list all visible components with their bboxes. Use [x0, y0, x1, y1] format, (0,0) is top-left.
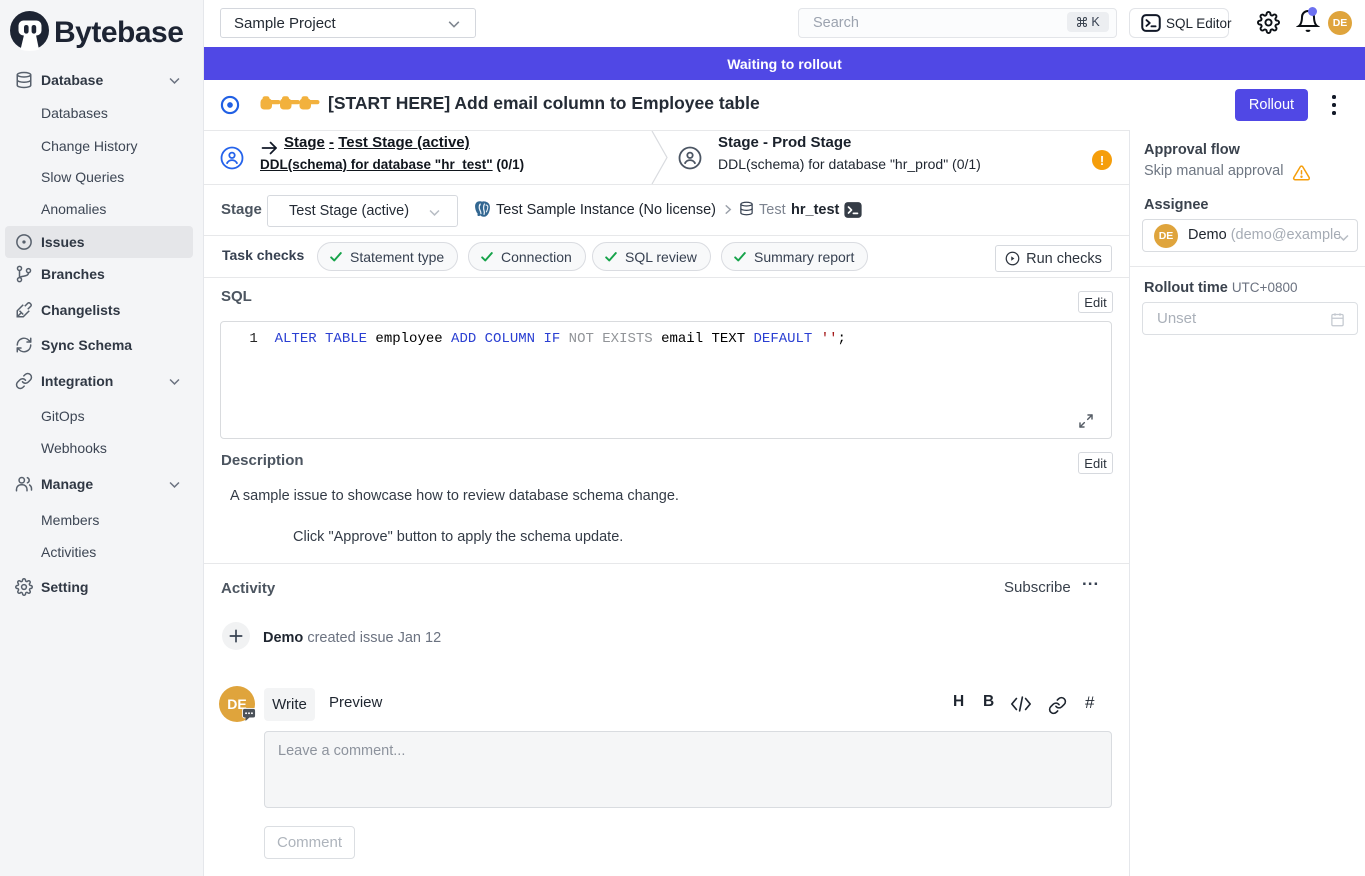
- svg-text:Bytebase: Bytebase: [54, 16, 183, 49]
